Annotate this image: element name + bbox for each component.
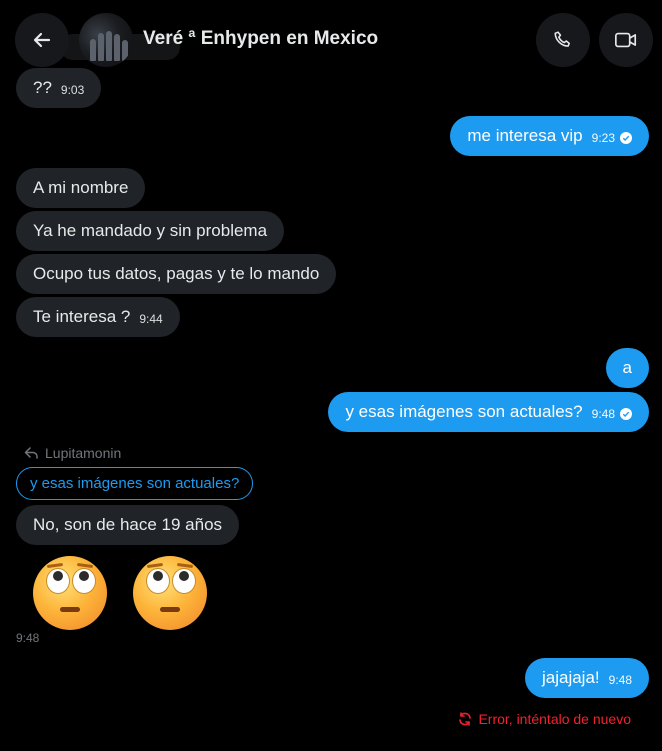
message-outgoing[interactable]: me interesa vip 9:23 <box>450 116 649 156</box>
message-incoming[interactable]: ?? 9:03 <box>16 68 102 108</box>
avatar[interactable] <box>79 13 133 67</box>
message-text: me interesa vip <box>467 126 583 145</box>
arrow-left-icon <box>33 32 51 48</box>
conversation-title[interactable]: Veré ª Enhypen en Mexico <box>143 28 378 50</box>
video-camera-icon <box>615 32 637 48</box>
reply-label: Lupitamonin <box>24 445 121 461</box>
video-call-button[interactable] <box>599 13 653 67</box>
message-incoming[interactable]: Ocupo tus datos, pagas y te lo mando <box>16 254 337 294</box>
message-outgoing[interactable]: y esas imágenes son actuales? 9:48 <box>328 392 649 432</box>
error-text: Error, inténtalo de nuevo <box>478 711 631 727</box>
message-text: a <box>622 358 632 377</box>
eye-roll-emoji-icon[interactable] <box>133 556 207 630</box>
message-incoming[interactable]: Te interesa ? 9:44 <box>16 297 180 337</box>
message-outgoing[interactable]: a <box>605 348 649 388</box>
chat-screen: Veré ª Enhypen en Mexico ?? 9:03 me inte… <box>0 0 662 751</box>
reply-arrow-icon <box>24 447 38 459</box>
send-error-retry[interactable]: Error, inténtalo de nuevo <box>458 711 631 727</box>
retry-icon <box>459 712 472 726</box>
message-time: 9:44 <box>139 312 163 326</box>
call-button[interactable] <box>536 13 590 67</box>
message-text: No, son de hace 19 años <box>33 515 223 534</box>
message-text: Ocupo tus datos, pagas y te lo mando <box>33 264 320 283</box>
chat-header: Veré ª Enhypen en Mexico <box>0 0 662 80</box>
message-time: 9:03 <box>60 83 85 97</box>
message-time: 9:23 <box>591 131 615 145</box>
message-incoming[interactable]: No, son de hace 19 años <box>16 505 240 545</box>
message-time: 9:48 <box>591 407 615 421</box>
message-text: Te interesa ? <box>33 307 131 326</box>
message-text: Ya he mandado y sin problema <box>33 221 268 240</box>
message-text: ?? <box>33 78 52 97</box>
read-check-icon <box>620 132 632 144</box>
eye-roll-emoji-icon[interactable] <box>33 556 107 630</box>
back-button[interactable] <box>15 13 69 67</box>
message-incoming[interactable]: A mi nombre <box>16 168 146 208</box>
message-outgoing[interactable]: jajajaja! 9:48 <box>524 658 649 698</box>
quoted-message[interactable]: y esas imágenes son actuales? <box>16 467 254 500</box>
phone-icon <box>554 31 571 47</box>
message-incoming[interactable]: Ya he mandado y sin problema <box>16 211 285 251</box>
message-text: y esas imágenes son actuales? <box>345 402 583 421</box>
reply-author: Lupitamonin <box>45 445 122 461</box>
message-time: 9:48 <box>608 673 632 687</box>
message-time: 9:48 <box>16 631 40 645</box>
read-check-icon <box>620 408 632 420</box>
message-text: A mi nombre <box>33 178 129 197</box>
message-text: jajajaja! <box>541 668 600 687</box>
